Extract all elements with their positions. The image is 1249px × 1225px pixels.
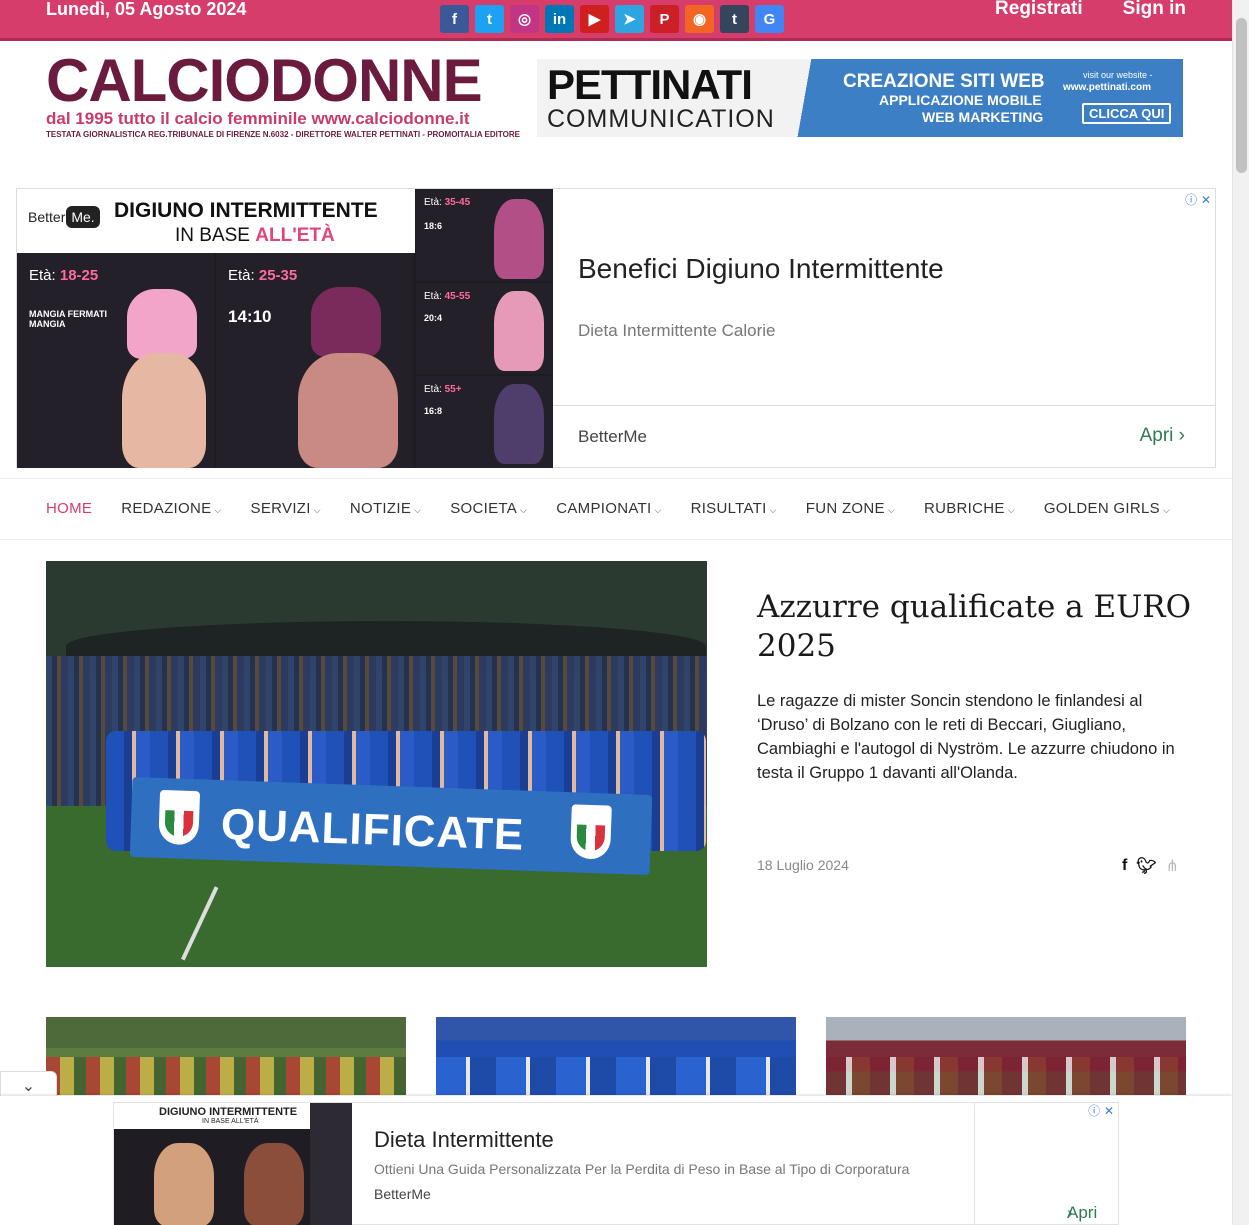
bottom-ad-advertiser: BetterMe — [374, 1186, 431, 1202]
share-buttons: f 🐦︎ ⋔ — [1122, 856, 1179, 876]
chevron-right-icon: › — [1178, 425, 1185, 446]
ad-copy[interactable]: Benefici Digiuno Intermittente Dieta Int… — [553, 189, 1215, 405]
google-business-icon[interactable]: G — [755, 5, 784, 33]
ad-open-button[interactable]: Apri › — [1140, 425, 1185, 447]
page: Lunedì, 05 Agosto 2024 f t ◎ in ▶ ➤ P ◉ t G Regis… — [0, 0, 1249, 1225]
tumblr-icon[interactable]: t — [720, 5, 749, 33]
adchoices-icons[interactable]: ⓘ ✕ — [1088, 1102, 1114, 1119]
bottom-ad-subline: Ottieni Una Guida Personalizzata Per la … — [374, 1161, 910, 1177]
nav-item-societa[interactable]: SOCIETA ⌵ — [450, 500, 527, 517]
betterme-logo: Better Me. — [27, 206, 100, 228]
facebook-share-icon[interactable]: f — [1122, 857, 1127, 875]
hero-image[interactable]: QUALIFICATE — [46, 561, 707, 967]
pinterest-icon[interactable]: P — [650, 5, 679, 33]
nav-item-risultati[interactable]: RISULTATI ⌵ — [691, 500, 777, 517]
bottom-ad-open-button[interactable]: Apri › — [974, 1103, 1119, 1225]
nav-item-notizie[interactable]: NOTIZIE ⌵ — [350, 500, 421, 517]
hero-date: 18 Luglio 2024 — [757, 857, 849, 873]
top-display-ad[interactable]: Better Me. DIGIUNO INTERMITTENTE IN BASE … — [16, 188, 1216, 468]
chevron-down-icon: ⌵ — [1162, 505, 1171, 515]
banner-line2: APPLICAZIONE MOBILE — [879, 92, 1042, 108]
nav-item-servizi[interactable]: SERVIZI ⌵ — [251, 500, 321, 517]
ad-footer[interactable]: BetterMe Apri › — [553, 405, 1215, 467]
bottom-ad-image[interactable]: DIGIUNO INTERMITTENTE IN BASE ALL'ETÀ — [114, 1103, 352, 1225]
banner-brand-sub: COMMUNICATION — [547, 105, 775, 133]
logo-subline: TESTATA GIORNALISTICA REG.TRIBUNALE DI F… — [46, 130, 520, 139]
chevron-down-icon: ⌵ — [520, 505, 528, 515]
youtube-icon[interactable]: ▶ — [580, 5, 609, 33]
ad-advertiser: BetterMe — [578, 427, 647, 446]
article-card-image[interactable] — [826, 1017, 1186, 1095]
bottom-ad-headline[interactable]: Dieta Intermittente — [374, 1127, 554, 1153]
bottom-ad[interactable]: DIGIUNO INTERMITTENTE IN BASE ALL'ETÀ Di… — [113, 1102, 1119, 1225]
social-links: f t ◎ in ▶ ➤ P ◉ t G — [440, 5, 784, 33]
facebook-icon[interactable]: f — [440, 5, 469, 33]
telegram-icon[interactable]: ➤ — [615, 5, 644, 33]
logo-name: CALCIODONNE — [46, 47, 483, 114]
current-date: Lunedì, 05 Agosto 2024 — [46, 0, 247, 19]
sticky-bottom-ad: DIGIUNO INTERMITTENTE IN BASE ALL'ETÀ Di… — [0, 1096, 1232, 1225]
linkedin-icon[interactable]: in — [545, 5, 574, 33]
scrollbar-thumb[interactable] — [1236, 18, 1247, 173]
nav-menu: HOME REDAZIONE ⌵ SERVIZI ⌵ NOTIZIE ⌵ SOCIETA ⌵ CA… — [46, 500, 1199, 517]
nav-item-rubriche[interactable]: RUBRICHE ⌵ — [924, 500, 1015, 517]
article-card-image[interactable] — [46, 1017, 406, 1095]
qualificate-banner: QUALIFICATE — [129, 776, 653, 876]
nav-item-redazione[interactable]: REDAZIONE ⌵ — [121, 500, 221, 517]
chevron-down-icon: ⌵ — [1007, 505, 1015, 515]
italia-crest-icon — [569, 804, 612, 860]
ad-panel-2: Età: 25-35 14:10 — [216, 253, 413, 468]
ad-panel-3: Età: 35-45 18:6 — [416, 189, 553, 281]
article-card-image[interactable] — [436, 1017, 796, 1095]
banner-cta-button[interactable]: CLICCA QUI — [1082, 103, 1172, 124]
main-navigation: HOME REDAZIONE ⌵ SERVIZI ⌵ NOTIZIE ⌵ SOCIETA ⌵ CA… — [0, 478, 1232, 540]
nav-item-golden-girls[interactable]: GOLDEN GIRLS ⌵ — [1044, 500, 1170, 517]
ad-panel-5: Età: 55+ 16:8 — [416, 376, 553, 468]
nav-item-home[interactable]: HOME — [46, 500, 92, 517]
rss-icon[interactable]: ◉ — [685, 5, 714, 33]
nav-item-campionati[interactable]: CAMPIONATI ⌵ — [556, 500, 661, 517]
ad-image[interactable]: Better Me. DIGIUNO INTERMITTENTE IN BASE … — [17, 189, 553, 468]
ad-panel-1: Età: 18-25 MANGIA FERMATI MANGIA — [17, 253, 214, 468]
chevron-down-icon: ⌵ — [887, 505, 895, 515]
account-links: Registrati Sign in — [995, 0, 1186, 20]
share-icon[interactable]: ⋔ — [1166, 856, 1179, 876]
signin-link[interactable]: Sign in — [1123, 0, 1186, 20]
banner-line3: WEB MARKETING — [922, 109, 1044, 125]
twitter-icon[interactable]: t — [475, 5, 504, 33]
nav-item-fun-zone[interactable]: FUN ZONE ⌵ — [806, 500, 895, 517]
register-link[interactable]: Registrati — [995, 0, 1083, 20]
hero-title-link[interactable]: Azzurre qualificate a EURO 2025 — [757, 588, 1197, 666]
site-logo[interactable]: CALCIODONNE dal 1995 tutto il calcio fem… — [46, 47, 520, 140]
ad-panel-4: Età: 45-55 20:4 — [416, 283, 553, 374]
chevron-down-icon: ⌄ — [21, 1076, 36, 1095]
chevron-down-icon: ⌵ — [313, 505, 321, 515]
ad-image-header: Better Me. DIGIUNO INTERMITTENTE IN BASE … — [17, 189, 415, 253]
chevron-right-icon: › — [1067, 1203, 1073, 1222]
ad-image-subtitle: IN BASE ALL'ETÀ — [175, 225, 335, 246]
instagram-icon[interactable]: ◎ — [510, 5, 539, 33]
page-scrollbar[interactable] — [1232, 0, 1249, 1225]
chevron-down-icon: ⌵ — [769, 505, 777, 515]
ad-headline[interactable]: Benefici Digiuno Intermittente — [578, 253, 944, 285]
top-bar: Lunedì, 05 Agosto 2024 f t ◎ in ▶ ➤ P ◉ t G Regis… — [0, 0, 1232, 41]
chevron-down-icon: ⌵ — [654, 505, 662, 515]
italia-crest-icon — [158, 789, 201, 846]
pettinati-banner-ad[interactable]: PETTINATI COMMUNICATION CREAZIONE SITI W… — [537, 59, 1183, 137]
hero-excerpt: Le ragazze di mister Soncin stendono le … — [757, 692, 1175, 782]
banner-visit: visit our website - — [1083, 70, 1153, 80]
twitter-share-icon[interactable]: 🐦︎ — [1136, 856, 1156, 876]
ad-image-title: DIGIUNO INTERMITTENTE — [114, 199, 378, 222]
banner-url: www.pettinati.com — [1063, 82, 1151, 93]
adchoices-icons[interactable]: ⓘ ✕ — [1185, 191, 1211, 208]
banner-line1: CREAZIONE SITI WEB — [843, 71, 1045, 92]
chevron-down-icon: ⌵ — [414, 505, 422, 515]
chevron-down-icon: ⌵ — [214, 505, 222, 515]
ad-subline: Dieta Intermittente Calorie — [578, 321, 776, 340]
banner-brand: PETTINATI — [547, 61, 753, 108]
